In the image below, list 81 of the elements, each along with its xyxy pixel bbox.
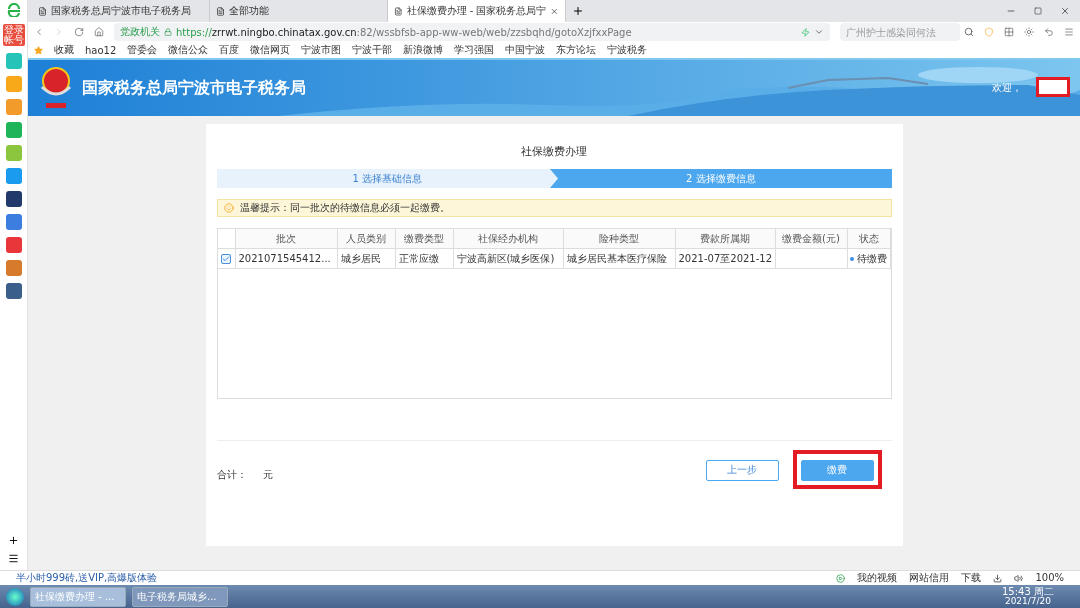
search-icon[interactable]	[964, 27, 974, 37]
sun-icon[interactable]	[1024, 27, 1034, 37]
column-header: 社保经办机构	[453, 229, 564, 248]
table-cell: 宁波高新区(城乡医保)	[453, 249, 564, 268]
row-checkbox[interactable]	[221, 253, 231, 264]
new-tab-icon[interactable]	[572, 5, 584, 17]
emblem-icon	[38, 65, 74, 111]
table-cell: 2021-07至2021-12	[675, 249, 776, 268]
bookmark-link[interactable]: 百度	[219, 43, 240, 57]
lock-icon	[164, 28, 172, 36]
bookmark-link[interactable]: 东方论坛	[556, 43, 597, 57]
total-unit: 元	[262, 468, 273, 483]
column-header: 批次	[235, 229, 338, 248]
status-item[interactable]: 下载	[961, 573, 982, 583]
reload-icon[interactable]	[74, 27, 84, 37]
column-header: 费款所属期	[675, 229, 776, 248]
undo-icon[interactable]	[1044, 27, 1054, 37]
address-field[interactable]: 党政机关 https://zrrwt.ningbo.chinatax.gov.cn:82/wssbfsb-app-ww-web/web/zzsbqhd/gotoXzjfxxPage	[114, 23, 830, 41]
star-icon	[34, 45, 43, 55]
bookmark-link[interactable]: 管委会	[127, 43, 158, 57]
column-header: 人员类别	[337, 229, 396, 248]
notice-text: 温馨提示：同一批次的待缴信息必须一起缴费。	[239, 201, 450, 215]
bookmark-link[interactable]: 宁波干部	[352, 43, 393, 57]
close-icon[interactable]	[1060, 6, 1070, 16]
bookmark-link[interactable]: 学习强国	[454, 43, 495, 57]
smile-icon	[223, 203, 234, 213]
lightning-icon[interactable]	[801, 27, 810, 37]
column-header: 状态	[847, 229, 891, 248]
bookmark-link[interactable]: 微信公众	[168, 43, 209, 57]
status-item[interactable]: 网站信用	[909, 573, 950, 583]
table-cell: 城乡居民	[337, 249, 396, 268]
status-item[interactable]: 我的视频	[857, 573, 898, 583]
tab-title: 全部功能	[229, 4, 269, 18]
tab-title: 国家税务总局宁波市电子税务局	[51, 4, 191, 18]
volume-icon[interactable]	[1014, 573, 1024, 583]
search-field[interactable]: 广州护士感染同何法	[840, 23, 960, 41]
bookmark-link[interactable]: hao12	[85, 44, 117, 56]
card-title: 社保缴费办理	[520, 144, 588, 159]
sidebar-app-icon[interactable]	[5, 191, 22, 207]
home-icon[interactable]	[94, 27, 104, 37]
table-cell: 2021071545412...	[235, 249, 338, 268]
table-cell: 正常应缴	[395, 249, 454, 268]
page-icon	[38, 6, 47, 16]
back-icon[interactable]	[34, 27, 44, 37]
menu-icon[interactable]	[8, 553, 19, 564]
zoom-level[interactable]: 100%	[1035, 573, 1064, 583]
clock-time: 15:43 周二	[1002, 587, 1054, 597]
account-label[interactable]: 登录帐号	[2, 24, 25, 46]
start-button[interactable]	[6, 587, 24, 606]
site-title: 国家税务总局宁波市电子税务局	[82, 77, 306, 99]
bookmark-link[interactable]: 收藏	[54, 43, 74, 57]
page-icon	[394, 6, 403, 16]
add-icon[interactable]	[8, 535, 19, 546]
clock-date: 2021/7/20	[1003, 597, 1053, 606]
video-icon[interactable]	[836, 573, 846, 583]
step-tab[interactable]: 1 选择基础信息	[216, 169, 558, 188]
browser-tab[interactable]: 社保缴费办理 - 国家税务总局宁	[388, 0, 566, 22]
redaction-box	[1036, 77, 1070, 97]
tab-title: 社保缴费办理 - 国家税务总局宁	[406, 4, 547, 18]
status-text: 待缴费	[857, 251, 887, 266]
browser-logo-icon[interactable]	[5, 3, 22, 17]
total-label: 合计：	[216, 468, 247, 483]
bookmark-link[interactable]: 宁波市图	[301, 43, 342, 57]
bookmark-link[interactable]: 中国宁波	[505, 43, 546, 57]
page-icon	[216, 6, 225, 16]
promo-link[interactable]: 半小时999砖,送VIP,高爆版体验	[16, 573, 158, 583]
grid-icon[interactable]	[1004, 27, 1014, 37]
download-icon[interactable]	[993, 573, 1003, 583]
column-header: 缴费金额(元)	[775, 229, 848, 248]
table-cell: 城乡居民基本医疗保险	[563, 249, 676, 268]
column-header: 缴费类型	[395, 229, 454, 248]
action-button[interactable]: 上一步	[705, 459, 779, 481]
bookmark-link[interactable]: 宁波税务	[607, 43, 648, 57]
close-tab-icon[interactable]	[550, 6, 559, 16]
welcome-text: 欢迎，	[992, 81, 1022, 95]
bookmark-link[interactable]: 新浪微博	[403, 43, 444, 57]
bookmark-link[interactable]: 微信网页	[250, 43, 291, 57]
column-header: 险种类型	[563, 229, 676, 248]
maximize-icon[interactable]	[1034, 7, 1042, 15]
chevron-down-icon[interactable]	[814, 27, 824, 37]
sidebar-app-icon[interactable]	[5, 283, 22, 299]
